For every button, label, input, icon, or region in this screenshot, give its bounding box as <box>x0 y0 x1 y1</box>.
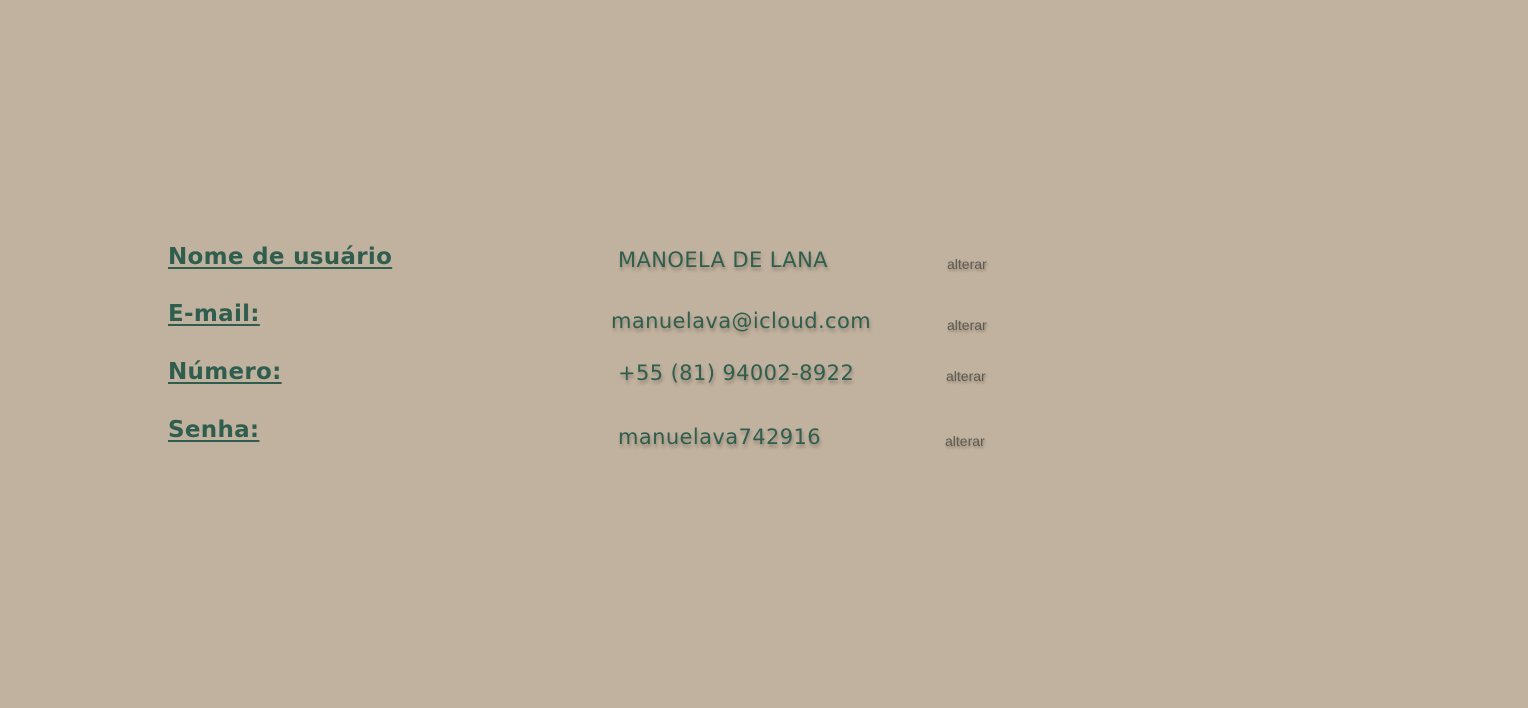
password-label: Senha: <box>168 417 260 443</box>
email-label: E-mail: <box>168 301 260 327</box>
change-password-link[interactable]: alterar <box>945 434 985 448</box>
email-value: manuelava@icloud.com <box>611 309 872 333</box>
phone-value: +55 (81) 94002-8922 <box>618 361 855 385</box>
password-value: manuelava742916 <box>618 425 822 449</box>
change-email-link[interactable]: alterar <box>947 318 987 332</box>
username-label: Nome de usuário <box>168 244 393 270</box>
change-username-link[interactable]: alterar <box>947 257 987 271</box>
username-value: MANOELA DE LANA <box>618 248 828 272</box>
phone-label: Número: <box>168 359 282 385</box>
change-phone-link[interactable]: alterar <box>946 369 986 383</box>
